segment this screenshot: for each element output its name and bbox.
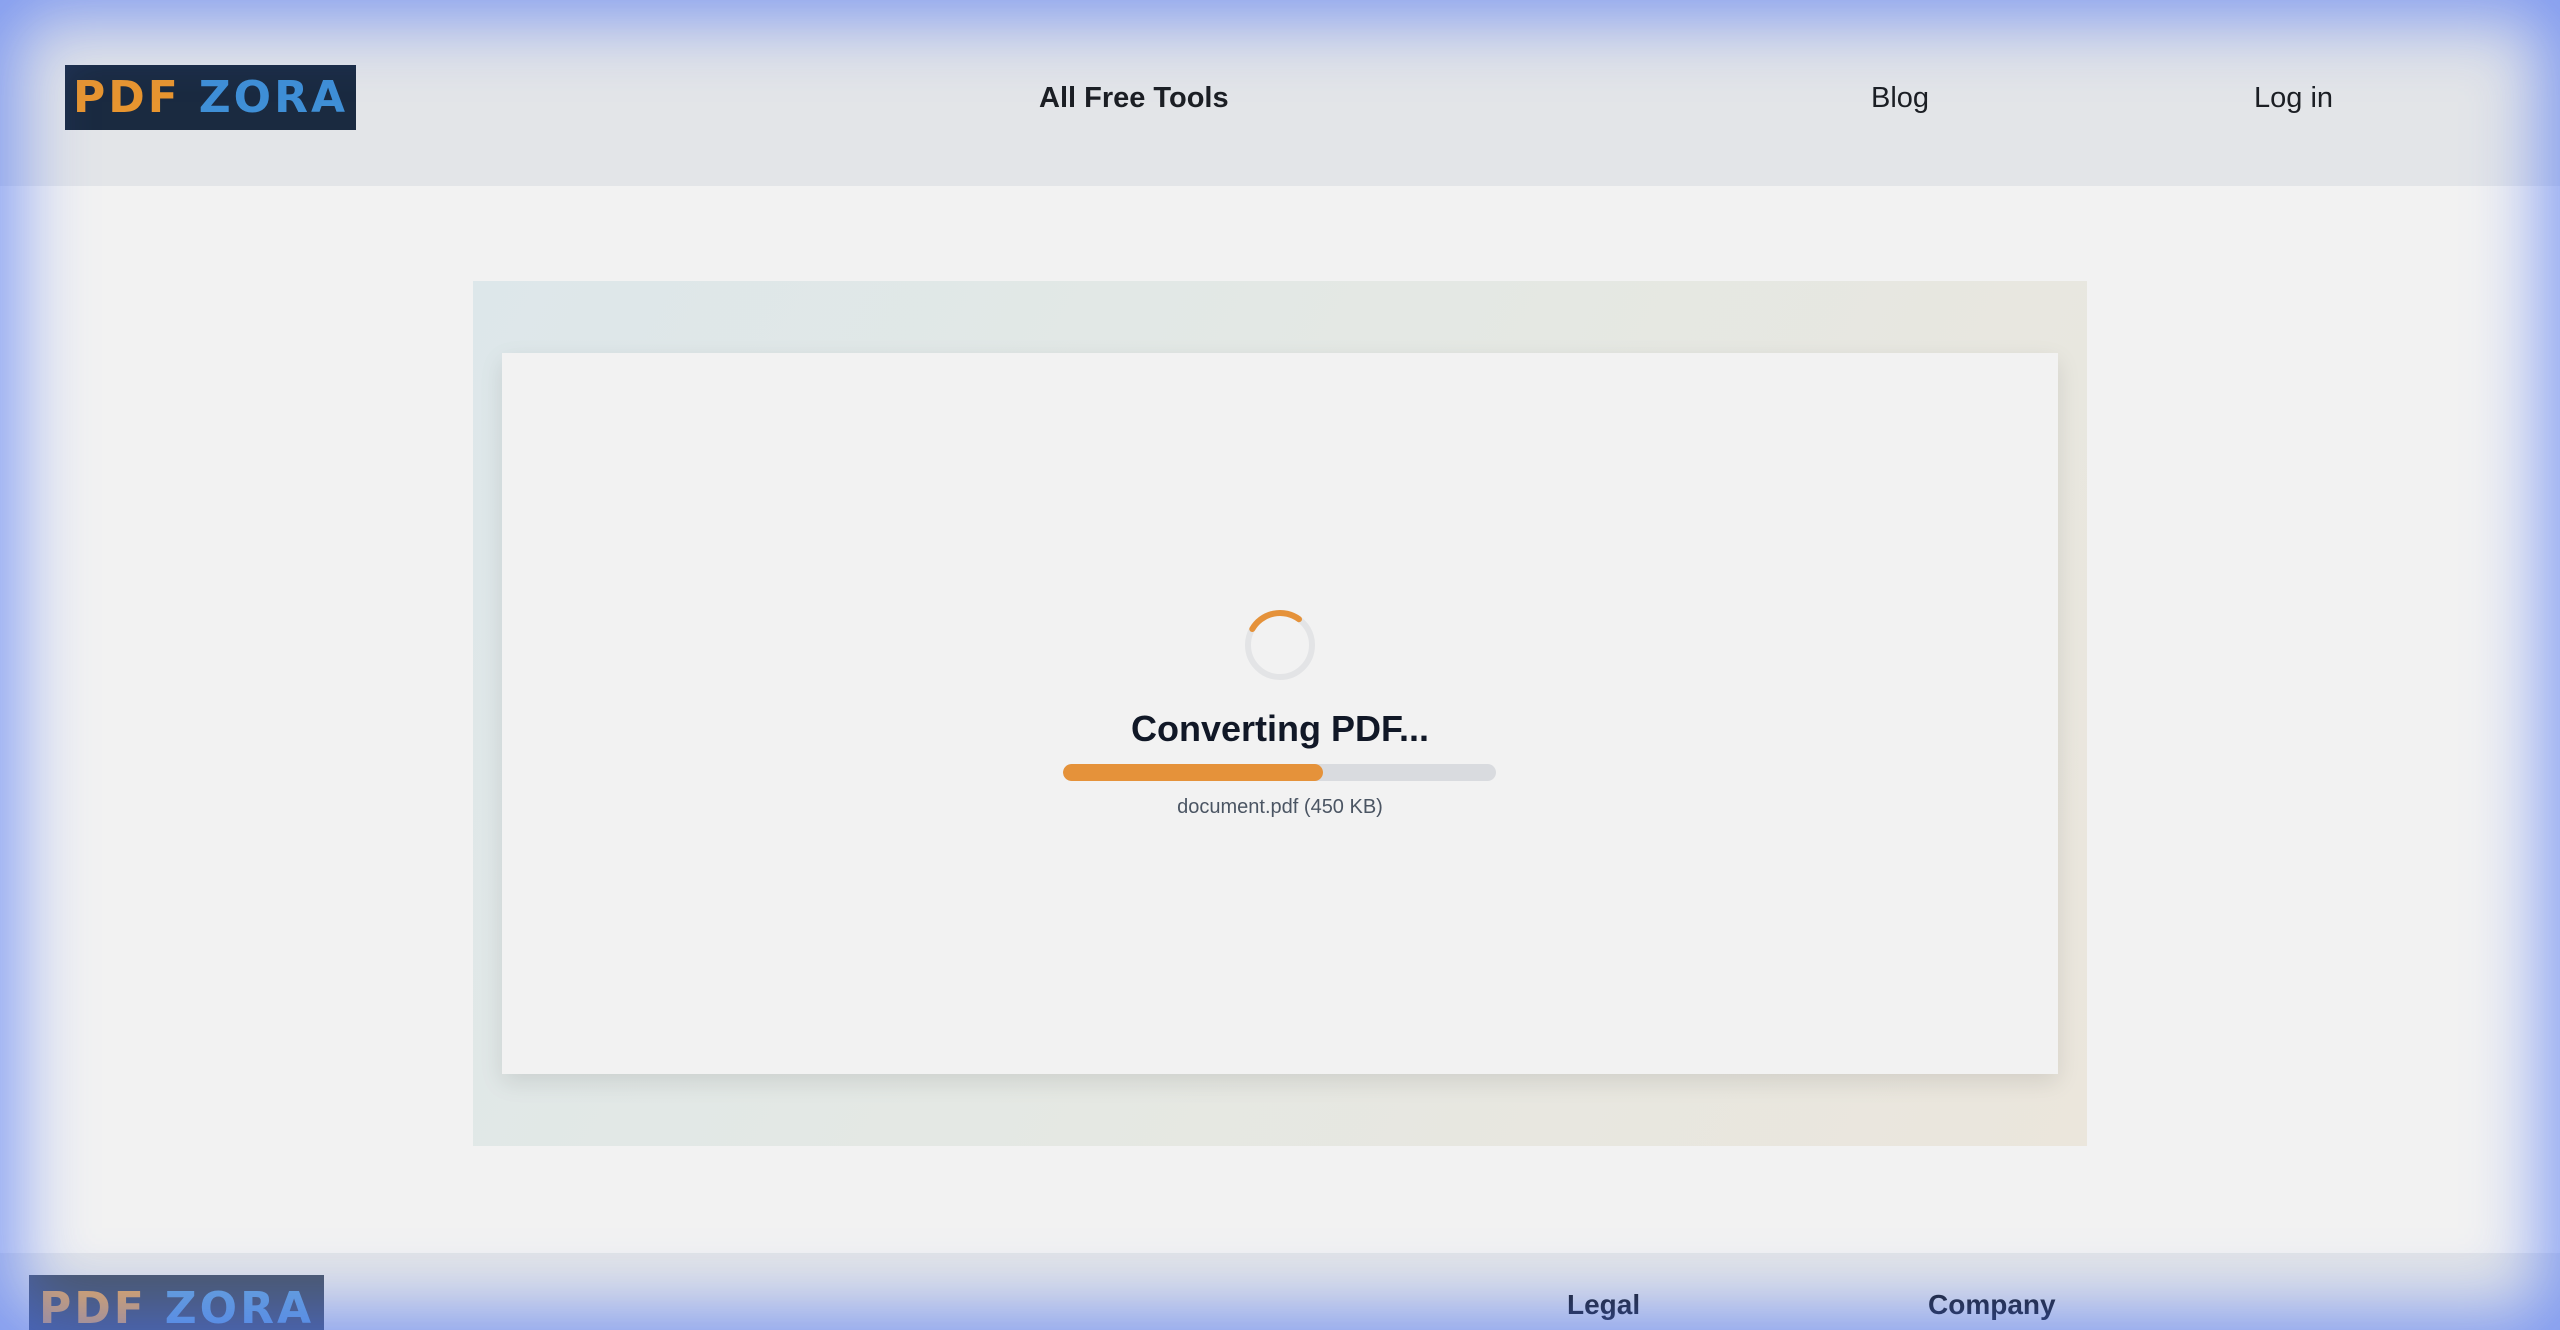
- conversion-progress-fill: [1063, 764, 1323, 781]
- footer-heading-company: Company: [1928, 1289, 2056, 1320]
- header-logo[interactable]: PDF ZORA: [65, 65, 356, 130]
- nav-all-free-tools[interactable]: All Free Tools: [1039, 78, 1229, 118]
- conversion-status-title: Converting PDF...: [1130, 708, 1430, 749]
- nav-blog[interactable]: Blog: [1871, 78, 1929, 118]
- file-info: document.pdf (450 KB): [1177, 796, 1383, 818]
- page: PDF ZORA All Free Tools Blog Log in Conv…: [0, 0, 2560, 1330]
- site-footer: PDF ZORA Legal Company: [0, 1253, 2560, 1330]
- footer-logo[interactable]: PDF ZORA: [29, 1275, 324, 1330]
- logo-text-zora: ZORA: [198, 72, 349, 123]
- nav-log-in[interactable]: Log in: [2254, 78, 2333, 118]
- conversion-progress-bar: [1063, 764, 1496, 781]
- footer-logo-text-pdf: PDF: [38, 1282, 147, 1330]
- site-header: PDF ZORA All Free Tools Blog Log in: [0, 0, 2560, 186]
- footer-logo-text-zora: ZORA: [164, 1282, 315, 1330]
- logo-text-pdf: PDF: [72, 72, 181, 123]
- loading-spinner-icon: [1245, 610, 1315, 680]
- footer-heading-legal: Legal: [1567, 1289, 1641, 1320]
